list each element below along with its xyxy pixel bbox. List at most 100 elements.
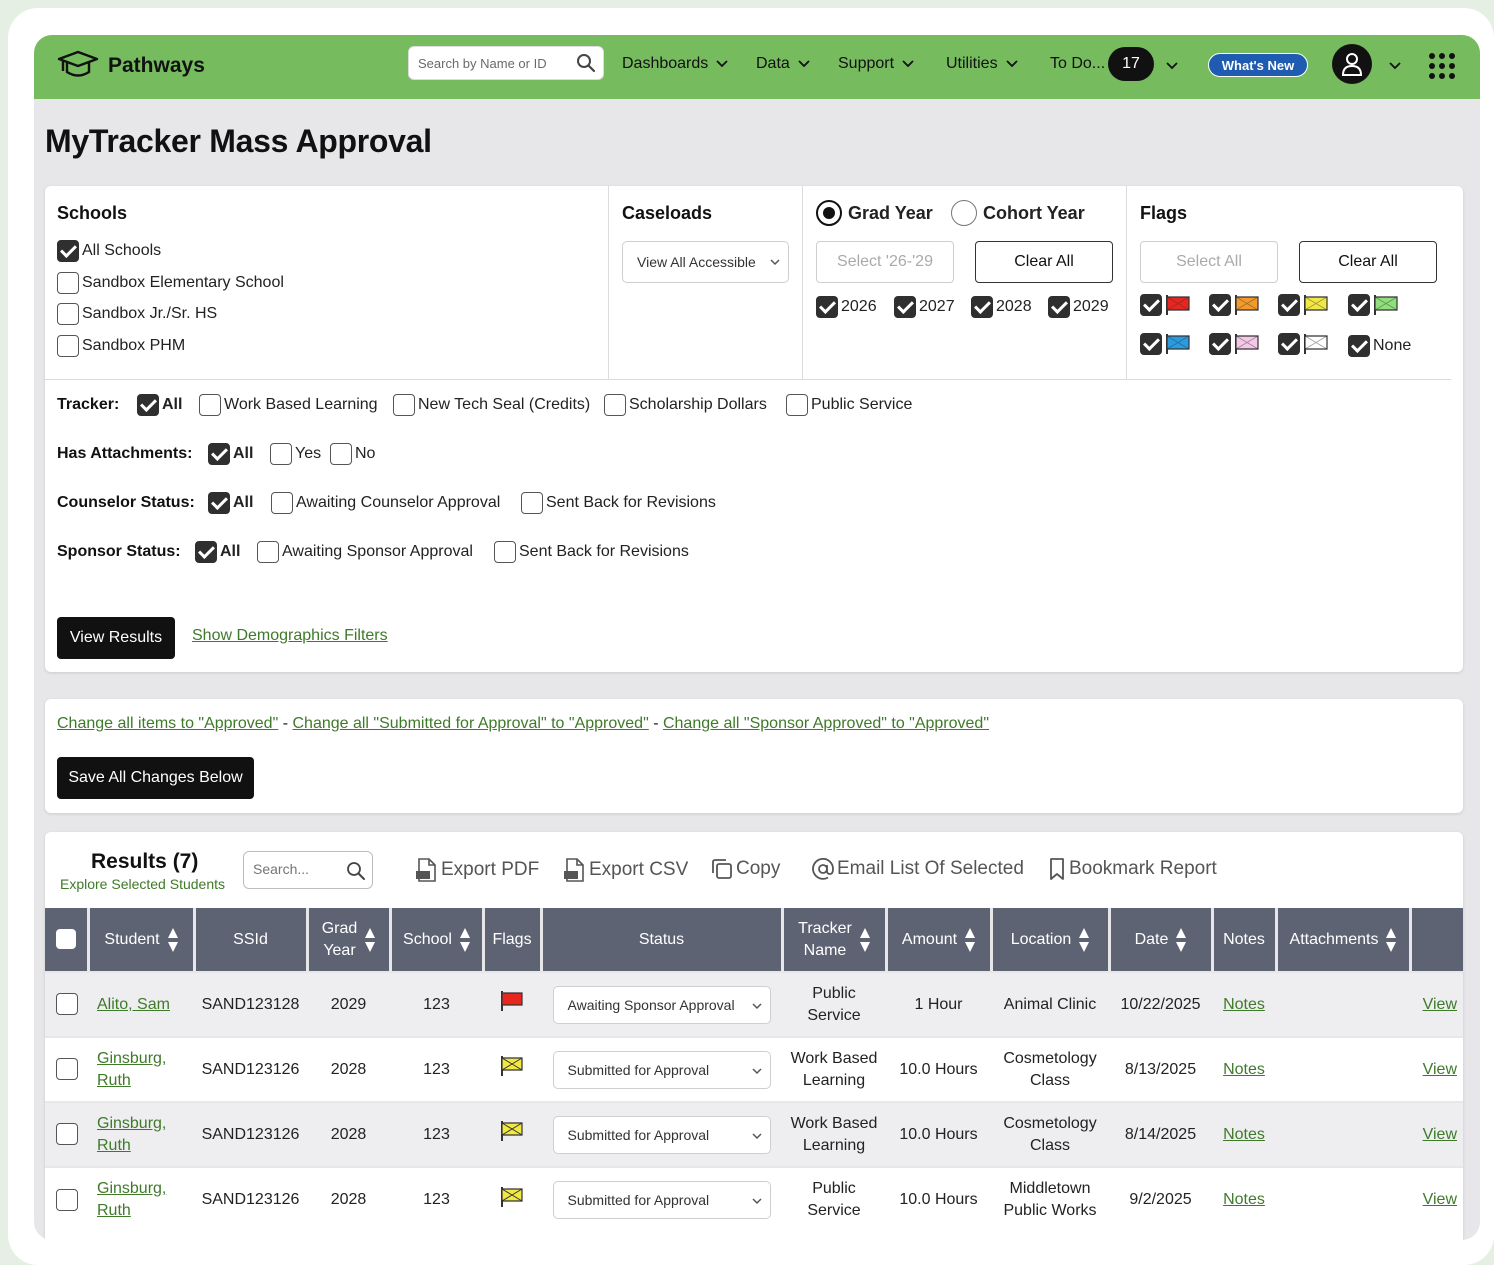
cohort-year-radio[interactable]: Cohort Year (951, 200, 1085, 226)
year-2026[interactable]: 2026 (816, 296, 877, 318)
flag-filter-none[interactable]: None (1348, 335, 1411, 357)
status-select[interactable]: Awaiting Sponsor Approval (552, 985, 771, 1024)
flag-filter-1[interactable] (1209, 294, 1260, 316)
column-location[interactable]: Location (991, 908, 1111, 972)
year-2027[interactable]: 2027 (894, 296, 955, 318)
sponsor-all[interactable]: All (195, 541, 240, 563)
student-link[interactable]: Ginsburg, Ruth (97, 1050, 166, 1089)
view-link[interactable]: View (1423, 996, 1457, 1013)
checkbox-checked[interactable] (208, 492, 230, 514)
status-select[interactable]: Submitted for Approval (552, 1115, 771, 1154)
column-grad-year[interactable]: Grad Year (307, 908, 392, 972)
approve-all-link[interactable]: Change all items to "Approved" (57, 715, 278, 732)
checkbox-checked[interactable] (137, 394, 159, 416)
checkbox-checked[interactable] (816, 296, 838, 318)
flag-filter-4[interactable] (1140, 333, 1191, 355)
attachments-yes[interactable]: Yes (270, 443, 321, 465)
checkbox[interactable] (604, 394, 626, 416)
brand[interactable]: Pathways (56, 49, 205, 83)
checkbox[interactable] (57, 272, 79, 294)
checkbox-checked[interactable] (195, 541, 217, 563)
nav-data[interactable]: Data (756, 55, 810, 73)
row-checkbox[interactable] (55, 1058, 78, 1081)
caseloads-select[interactable]: View All Accessible (622, 241, 789, 283)
checkbox-checked[interactable] (971, 296, 993, 318)
view-link[interactable]: View (1423, 1191, 1457, 1208)
row-checkbox[interactable] (55, 1188, 78, 1211)
column-tracker-name[interactable]: Tracker Name (782, 908, 888, 972)
column-school[interactable]: School (390, 908, 485, 972)
sponsor-awaiting[interactable]: Awaiting Sponsor Approval (257, 541, 473, 563)
counselor-all[interactable]: All (208, 492, 253, 514)
checkbox-checked[interactable] (1348, 294, 1370, 316)
clear-years-button[interactable]: Clear All (975, 241, 1113, 283)
checkbox-checked[interactable] (1140, 294, 1162, 316)
flag-filter-6[interactable] (1278, 333, 1329, 355)
checkbox[interactable] (330, 443, 352, 465)
checkbox[interactable] (270, 443, 292, 465)
chevron-down-icon[interactable] (1166, 62, 1178, 70)
tracker-public-service[interactable]: Public Service (786, 394, 912, 416)
checkbox[interactable] (257, 541, 279, 563)
chevron-down-icon[interactable] (1389, 62, 1401, 70)
status-select[interactable]: Submitted for Approval (552, 1050, 771, 1089)
student-link[interactable]: Ginsburg, Ruth (97, 1180, 166, 1219)
checkbox[interactable] (521, 492, 543, 514)
approve-submitted-link[interactable]: Change all "Submitted for Approval" to "… (292, 715, 648, 732)
row-checkbox[interactable] (55, 1123, 78, 1146)
counselor-awaiting[interactable]: Awaiting Counselor Approval (271, 492, 500, 514)
school-all[interactable]: All Schools (57, 240, 161, 262)
results-search-input[interactable] (253, 861, 343, 877)
attachments-all[interactable]: All (208, 443, 253, 465)
whats-new-button[interactable]: What's New (1208, 53, 1308, 77)
flag-filter-5[interactable] (1209, 333, 1260, 355)
status-select[interactable]: Submitted for Approval (552, 1181, 771, 1219)
flags-select-all-button[interactable]: Select All (1140, 241, 1278, 283)
nav-dashboards[interactable]: Dashboards (622, 55, 728, 73)
notes-link[interactable]: Notes (1223, 996, 1265, 1013)
view-link[interactable]: View (1423, 1126, 1457, 1143)
checkbox-checked[interactable] (1278, 294, 1300, 316)
school-elementary[interactable]: Sandbox Elementary School (57, 272, 284, 294)
checkbox-checked[interactable] (208, 443, 230, 465)
checkbox[interactable] (494, 541, 516, 563)
checkbox-checked[interactable] (1140, 333, 1162, 355)
app-grid-icon[interactable] (1428, 52, 1456, 80)
checkbox-checked[interactable] (1209, 333, 1231, 355)
year-2028[interactable]: 2028 (971, 296, 1032, 318)
notes-link[interactable]: Notes (1223, 1061, 1265, 1078)
tracker-all[interactable]: All (137, 394, 182, 416)
user-avatar[interactable] (1332, 44, 1372, 84)
copy-button[interactable]: Copy (711, 858, 780, 880)
flag-filter-2[interactable] (1278, 294, 1329, 316)
checkbox-checked[interactable] (894, 296, 916, 318)
sponsor-sent-back[interactable]: Sent Back for Revisions (494, 541, 689, 563)
column-ssid[interactable]: SSId (194, 908, 309, 972)
show-demographics-link[interactable]: Show Demographics Filters (192, 627, 388, 645)
grad-year-radio[interactable]: Grad Year (816, 200, 933, 226)
export-csv-button[interactable]: Export CSV (564, 858, 688, 882)
radio[interactable] (951, 200, 977, 226)
column-date[interactable]: Date (1109, 908, 1214, 972)
view-link[interactable]: View (1423, 1061, 1457, 1078)
select-all-checkbox[interactable] (55, 929, 76, 950)
row-checkbox[interactable] (55, 993, 78, 1016)
school-jrsr[interactable]: Sandbox Jr./Sr. HS (57, 303, 217, 325)
flags-clear-all-button[interactable]: Clear All (1299, 241, 1437, 283)
column-amount[interactable]: Amount (886, 908, 993, 972)
school-phm[interactable]: Sandbox PHM (57, 335, 185, 357)
checkbox-checked[interactable] (1278, 333, 1300, 355)
select-years-button[interactable]: Select '26-'29 (816, 241, 954, 283)
flag-filter-0[interactable] (1140, 294, 1191, 316)
approve-sponsor-approved-link[interactable]: Change all "Sponsor Approved" to "Approv… (663, 715, 989, 732)
view-results-button[interactable]: View Results (57, 617, 175, 659)
checkbox[interactable] (393, 394, 415, 416)
checkbox[interactable] (786, 394, 808, 416)
column-student[interactable]: Student (88, 908, 196, 972)
notes-link[interactable]: Notes (1223, 1126, 1265, 1143)
tracker-scholarship[interactable]: Scholarship Dollars (604, 394, 767, 416)
column-status[interactable]: Status (541, 908, 784, 972)
checkbox[interactable] (199, 394, 221, 416)
checkbox-checked[interactable] (1348, 335, 1370, 357)
nav-todo[interactable]: To Do... (1050, 55, 1105, 73)
